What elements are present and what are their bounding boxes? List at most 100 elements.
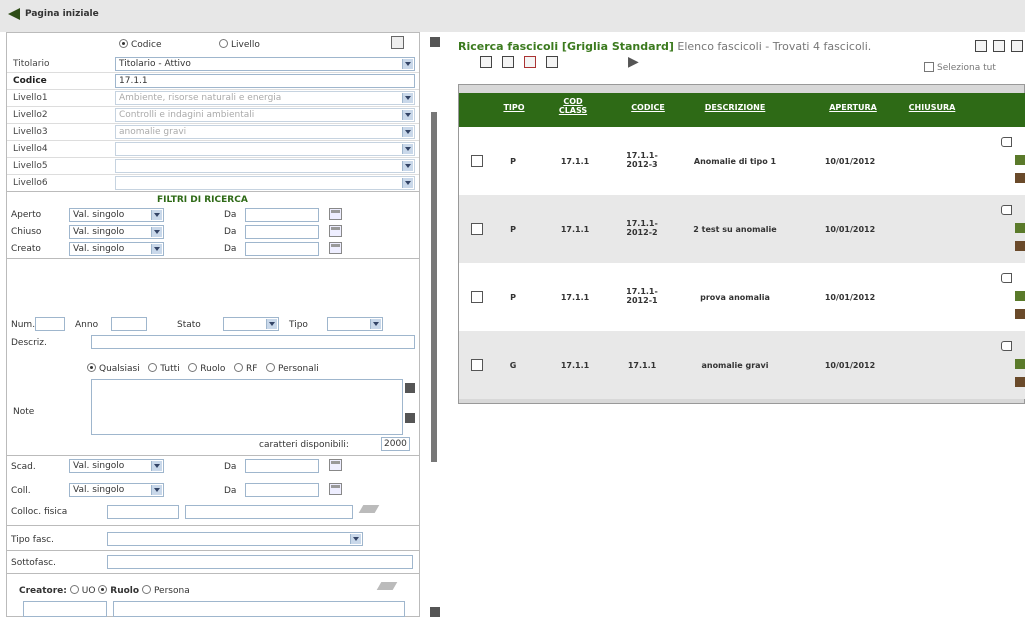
livello1-select[interactable]: Ambiente, risorse naturali e energia: [115, 91, 415, 105]
col-descrizione[interactable]: DESCRIZIONE: [693, 103, 777, 112]
col-cod-class[interactable]: COD CLASS: [555, 97, 591, 115]
livello3-select[interactable]: anomalie gravi: [115, 125, 415, 139]
export-icon[interactable]: [975, 40, 987, 52]
note-textarea[interactable]: [91, 379, 403, 435]
livello1-row: Livello1 Ambiente, risorse naturali e ene…: [7, 90, 419, 107]
num-input[interactable]: [35, 317, 65, 331]
folder-icon[interactable]: [502, 56, 514, 68]
livello5-row: Livello5: [7, 158, 419, 175]
creatore-radios[interactable]: Creatore: UO Ruolo Persona: [19, 585, 190, 596]
address-book-icon[interactable]: [376, 582, 398, 590]
scroll-up-icon[interactable]: [405, 383, 415, 393]
creatore-desc-input[interactable]: [113, 601, 405, 617]
titolario-select[interactable]: Titolario - Attivo: [115, 57, 415, 71]
codice-row: Codice 17.1.1: [7, 73, 419, 90]
calendar-icon[interactable]: [329, 459, 342, 471]
anno-input[interactable]: [111, 317, 147, 331]
filters-title: FILTRI DI RICERCA: [157, 195, 248, 205]
codice-input[interactable]: 17.1.1: [115, 74, 415, 88]
print-icon[interactable]: [993, 40, 1005, 52]
chevron-down-icon: [402, 59, 413, 69]
chars-remaining: 2000: [381, 437, 410, 451]
note-scope-radios[interactable]: Qualsiasi Tutti Ruolo RF Personali: [87, 363, 319, 374]
scad-da-input[interactable]: [245, 459, 319, 473]
calendar-icon[interactable]: [329, 483, 342, 495]
transmit-icon[interactable]: [1015, 241, 1025, 251]
livello2-select[interactable]: Controlli e indagini ambientali: [115, 108, 415, 122]
document-icon[interactable]: [1015, 155, 1025, 165]
coll-da-input[interactable]: [245, 483, 319, 497]
mode-codice-radio[interactable]: Codice: [119, 39, 162, 50]
col-chiusura[interactable]: CHIUSURA: [905, 103, 959, 112]
row-checkbox[interactable]: [471, 223, 483, 235]
table-row[interactable]: P 17.1.1 17.1.1-2012-2 2 test su anomali…: [459, 195, 1025, 263]
back-arrow-icon: [8, 8, 20, 20]
row-checkbox[interactable]: [471, 291, 483, 303]
col-tipo[interactable]: TIPO: [497, 103, 531, 112]
grid-header: TIPO COD CLASS CODICE DESCRIZIONE APERTU…: [459, 93, 1025, 127]
colloc-code-input[interactable]: [107, 505, 179, 519]
chiuso-da-input[interactable]: [245, 225, 319, 239]
creato-mode-select[interactable]: Val. singolo: [69, 242, 164, 256]
document-icon[interactable]: [1015, 359, 1025, 369]
open-folder-icon[interactable]: [1001, 137, 1012, 147]
splitter-bar[interactable]: [431, 112, 437, 462]
creato-da-input[interactable]: [245, 242, 319, 256]
scroll-down-icon[interactable]: [405, 413, 415, 423]
tree-browse-icon[interactable]: [391, 36, 404, 49]
livello2-row: Livello2 Controlli e indagini ambientali: [7, 107, 419, 124]
livello4-row: Livello4: [7, 141, 419, 158]
open-folder-icon[interactable]: [1001, 205, 1012, 215]
transmit-icon[interactable]: [1015, 377, 1025, 387]
table-row[interactable]: G 17.1.1 17.1.1 anomalie gravi 10/01/201…: [459, 331, 1025, 399]
open-folder-icon[interactable]: [1001, 341, 1012, 351]
col-codice[interactable]: CODICE: [623, 103, 673, 112]
tipo-select[interactable]: [327, 317, 383, 331]
report-icon[interactable]: [1011, 40, 1023, 52]
home-link[interactable]: Pagina iniziale: [8, 8, 99, 20]
col-apertura[interactable]: APERTURA: [821, 103, 885, 112]
tipo-fasc-select[interactable]: [107, 532, 363, 546]
collapse-icon[interactable]: [430, 37, 440, 47]
livello4-select[interactable]: [115, 142, 415, 156]
chiuso-mode-select[interactable]: Val. singolo: [69, 225, 164, 239]
coll-mode-select[interactable]: Val. singolo: [69, 483, 164, 497]
row-checkbox[interactable]: [471, 359, 483, 371]
address-book-icon[interactable]: [358, 505, 380, 513]
creatore-code-input[interactable]: [23, 601, 107, 617]
livello6-select[interactable]: [115, 176, 415, 190]
livello6-row: Livello6: [7, 175, 419, 192]
calendar-icon[interactable]: [329, 242, 342, 254]
table-row[interactable]: P 17.1.1 17.1.1-2012-3 Anomalie di tipo …: [459, 127, 1025, 195]
results-grid: TIPO COD CLASS CODICE DESCRIZIONE APERTU…: [458, 84, 1025, 404]
document-icon[interactable]: [1015, 291, 1025, 301]
livello5-select[interactable]: [115, 159, 415, 173]
date-filters: Aperto Val. singolo Da Chiuso Val. singo…: [7, 205, 419, 259]
transmit-icon[interactable]: [1015, 309, 1025, 319]
top-bar: Pagina iniziale: [0, 0, 1025, 32]
transmit-icon[interactable]: ▶: [628, 54, 639, 70]
scad-mode-select[interactable]: Val. singolo: [69, 459, 164, 473]
expand-icon[interactable]: [430, 607, 440, 617]
document-icon[interactable]: [1015, 223, 1025, 233]
sottofasc-input[interactable]: [107, 555, 413, 569]
select-all-checkbox[interactable]: Seleziona tut: [924, 62, 996, 73]
table-row[interactable]: P 17.1.1 17.1.1-2012-1 prova anomalia 10…: [459, 263, 1025, 331]
descrizione-input[interactable]: [91, 335, 415, 349]
stato-select[interactable]: [223, 317, 279, 331]
aperto-da-input[interactable]: [245, 208, 319, 222]
row-checkbox[interactable]: [471, 155, 483, 167]
aperto-mode-select[interactable]: Val. singolo: [69, 208, 164, 222]
open-folder-icon[interactable]: [1001, 273, 1012, 283]
calendar-icon[interactable]: [329, 225, 342, 237]
transmit-icon[interactable]: [1015, 173, 1025, 183]
delete-icon[interactable]: [524, 56, 536, 68]
search-panel: Codice Livello Titolario Titolario - Atti…: [6, 32, 420, 617]
livello3-row: Livello3 anomalie gravi: [7, 124, 419, 141]
mode-livello-radio[interactable]: Livello: [219, 39, 260, 50]
titolario-row: Titolario Titolario - Attivo: [7, 56, 419, 73]
save-icon[interactable]: [480, 56, 492, 68]
calendar-icon[interactable]: [329, 208, 342, 220]
document-icon[interactable]: [546, 56, 558, 68]
colloc-desc-input[interactable]: [185, 505, 353, 519]
